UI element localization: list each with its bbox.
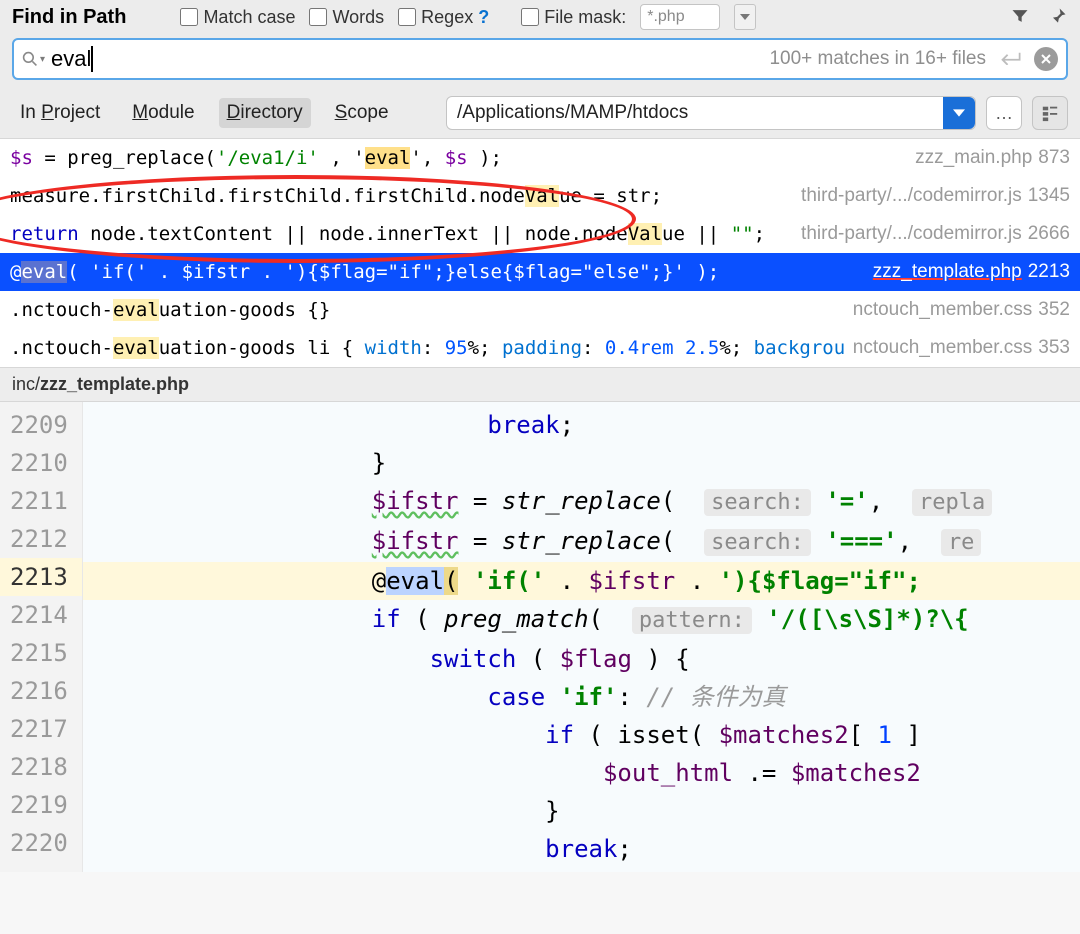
words-checkbox[interactable]: Words (309, 7, 384, 28)
file-mask-label: File mask: (544, 7, 626, 28)
directory-path-select[interactable]: /Applications/MAMP/htdocs (446, 96, 976, 130)
result-line-number: 1345 (1028, 185, 1070, 207)
match-count: 100+ matches in 16+ files (769, 48, 986, 70)
gutter-line: 2216 (10, 672, 68, 710)
editor-code[interactable]: break; } $ifstr = str_replace( search: '… (83, 402, 1080, 872)
search-input[interactable]: eval (51, 46, 91, 72)
editor-preview: 2209221022112212221322142215221622172218… (0, 402, 1080, 872)
tab-module[interactable]: Module (124, 98, 202, 128)
result-line-number: 2666 (1028, 223, 1070, 245)
search-bar: ▾ eval 100+ matches in 16+ files (0, 38, 1080, 88)
result-file: nctouch_member.css (853, 299, 1033, 321)
result-line-number: 352 (1038, 299, 1070, 321)
result-row[interactable]: @eval( 'if(' . $ifstr . '){$flag="if";}e… (0, 253, 1080, 291)
editor-gutter: 2209221022112212221322142215221622172218… (0, 402, 83, 872)
results-list: $s = preg_replace('/eva1/i' , 'eval', $s… (0, 139, 1080, 367)
code-line: break; (83, 406, 1080, 444)
gutter-line: 2215 (10, 634, 68, 672)
filter-icon[interactable] (1010, 6, 1030, 29)
tab-in-project[interactable]: In Project (12, 98, 108, 128)
result-row[interactable]: return node.textContent || node.innerTex… (0, 215, 1080, 253)
result-code: $s = preg_replace('/eva1/i' , 'eval', $s… (10, 147, 907, 169)
result-file: third-party/.../codemirror.js (801, 223, 1022, 245)
result-file: nctouch_member.css (853, 337, 1033, 359)
gutter-line: 2214 (10, 596, 68, 634)
code-line: } (83, 792, 1080, 830)
text-cursor (91, 46, 93, 72)
gutter-line: 2211 (10, 482, 68, 520)
code-line: switch ( $flag ) { (83, 640, 1080, 678)
words-label: Words (332, 7, 384, 28)
regex-checkbox[interactable]: Regex ? (398, 7, 489, 28)
file-mask-checkbox[interactable]: File mask: (521, 7, 626, 28)
directory-path-text: /Applications/MAMP/htdocs (447, 102, 943, 124)
file-mask-dropdown[interactable] (734, 4, 756, 30)
code-line: } (83, 444, 1080, 482)
gutter-line: 2220 (10, 824, 68, 862)
code-line: $ifstr = str_replace( search: '=', repla (83, 482, 1080, 522)
result-line-number: 353 (1038, 337, 1070, 359)
breadcrumb: inc/zzz_template.php (0, 367, 1080, 402)
search-row: ▾ eval 100+ matches in 16+ files (12, 38, 1068, 80)
result-file: zzz_main.php (915, 147, 1032, 169)
result-row[interactable]: .nctouch-evaluation-goods li { width: 95… (0, 329, 1080, 367)
gutter-line: 2218 (10, 748, 68, 786)
result-code: @eval( 'if(' . $ifstr . '){$flag="if";}e… (10, 261, 865, 283)
regex-help-icon[interactable]: ? (478, 7, 489, 28)
result-row[interactable]: $s = preg_replace('/eva1/i' , 'eval', $s… (0, 139, 1080, 177)
gutter-line: 2219 (10, 786, 68, 824)
result-line-number: 2213 (1028, 261, 1070, 283)
tab-scope[interactable]: Scope (327, 98, 397, 128)
result-row[interactable]: .nctouch-evaluation-goods {} nctouch_memb… (0, 291, 1080, 329)
match-case-label: Match case (203, 7, 295, 28)
pin-icon[interactable] (1048, 6, 1068, 29)
enter-icon[interactable] (998, 51, 1022, 68)
code-line: break; (83, 830, 1080, 868)
code-line: $ifstr = str_replace( search: '===', re (83, 522, 1080, 562)
gutter-line: 2213 (0, 558, 82, 596)
regex-label: Regex (421, 7, 473, 28)
path-dropdown-icon[interactable] (943, 97, 975, 129)
dialog-title: Find in Path (12, 6, 126, 29)
tab-directory[interactable]: Directory (219, 98, 311, 128)
result-code: .nctouch-evaluation-goods li { width: 95… (10, 337, 845, 359)
breadcrumb-file: zzz_template.php (40, 374, 189, 394)
code-line: if ( isset( $matches2[ 1 ] (83, 716, 1080, 754)
result-file: zzz_template.php (873, 261, 1022, 283)
result-code: return node.textContent || node.innerTex… (10, 223, 793, 245)
result-code: measure.firstChild.firstChild.firstChild… (10, 185, 793, 207)
search-icon[interactable]: ▾ (22, 51, 45, 67)
clear-icon[interactable] (1034, 47, 1058, 71)
breadcrumb-dir: inc/ (12, 374, 40, 394)
result-code: .nctouch-evaluation-goods {} (10, 299, 845, 321)
file-mask-input[interactable] (640, 4, 720, 30)
gutter-line: 2209 (10, 406, 68, 444)
tree-toggle-button[interactable] (1032, 96, 1068, 130)
code-line: $out_html .= $matches2 (83, 754, 1080, 792)
code-line: case 'if': // 条件为真 (83, 678, 1080, 716)
result-line-number: 873 (1038, 147, 1070, 169)
result-file: third-party/.../codemirror.js (801, 185, 1022, 207)
browse-button[interactable]: … (986, 96, 1022, 130)
match-case-checkbox[interactable]: Match case (180, 7, 295, 28)
code-line: @eval( 'if(' . $ifstr . '){$flag="if"; (83, 562, 1080, 600)
titlebar: Find in Path Match case Words Regex ? Fi… (0, 0, 1080, 38)
gutter-line: 2212 (10, 520, 68, 558)
result-row[interactable]: measure.firstChild.firstChild.firstChild… (0, 177, 1080, 215)
gutter-line: 2217 (10, 710, 68, 748)
gutter-line: 2210 (10, 444, 68, 482)
code-line: if ( preg_match( pattern: '/([\s\S]*)?\{ (83, 600, 1080, 640)
scope-row: In Project Module Directory Scope /Appli… (0, 88, 1080, 139)
